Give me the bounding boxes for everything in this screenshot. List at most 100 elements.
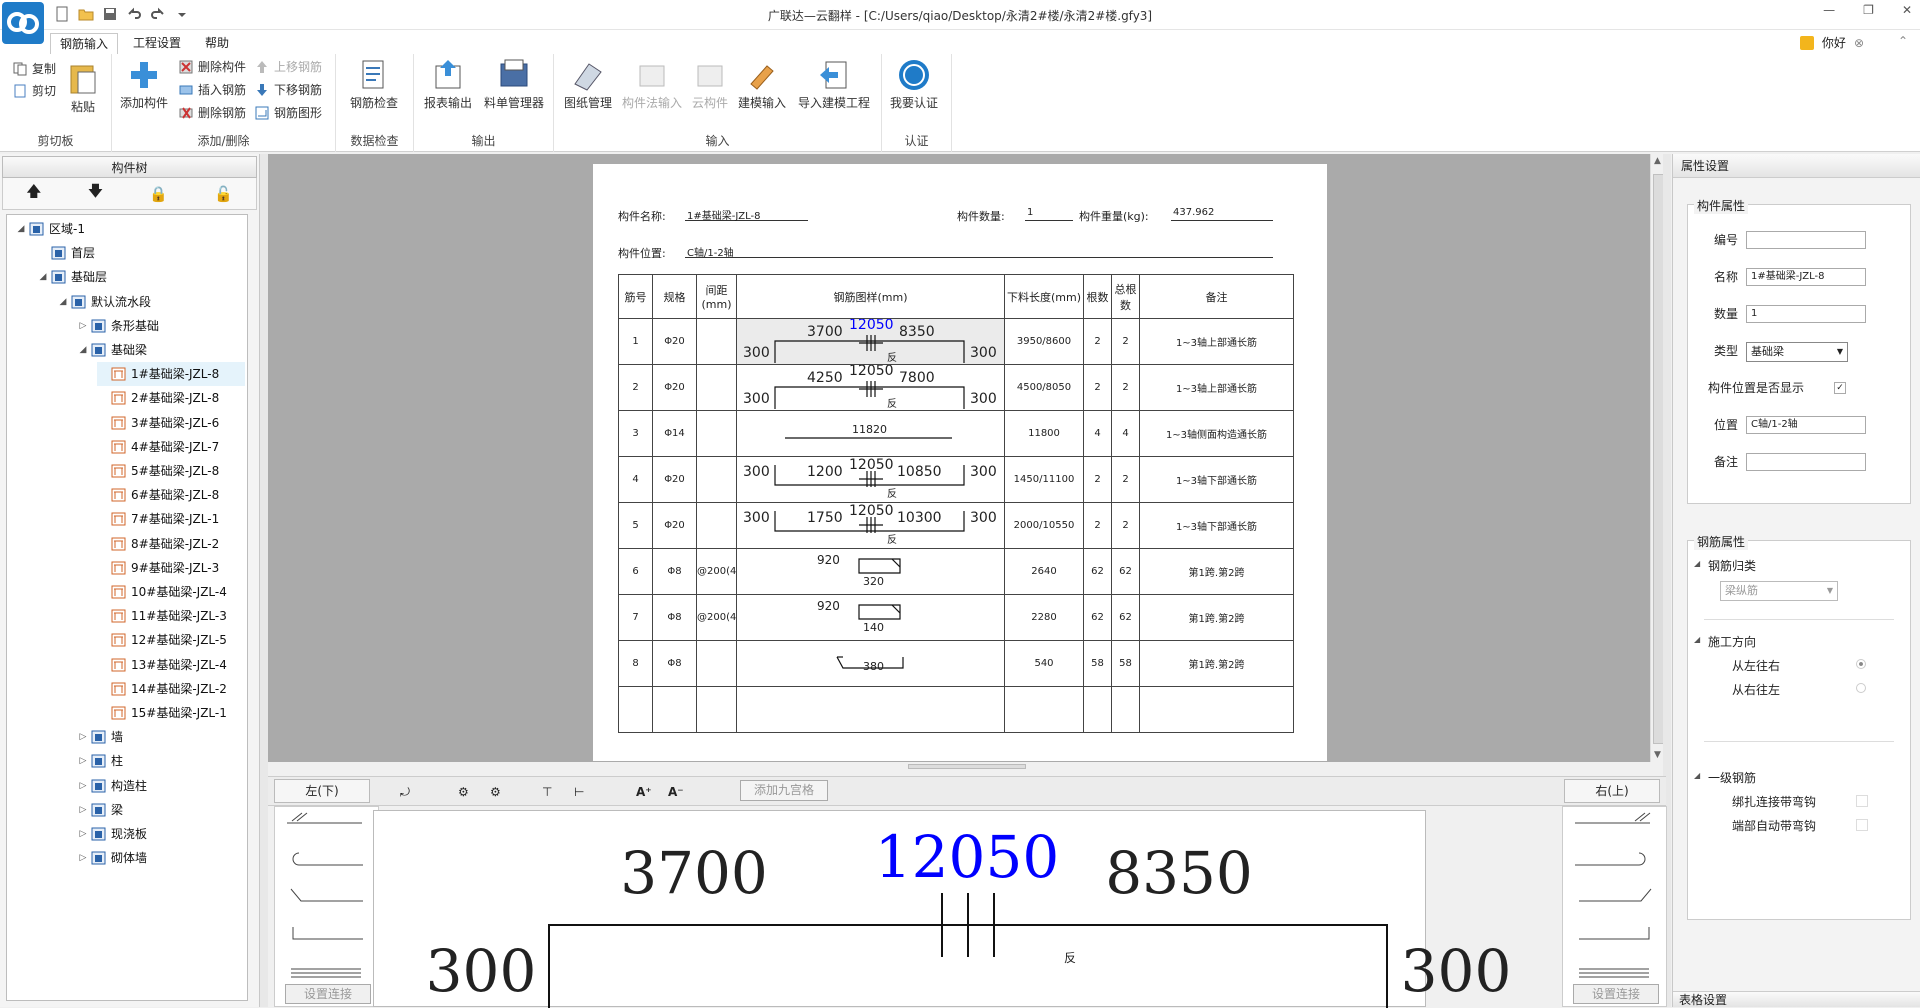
cell-remark[interactable]: 第1跨.第2跨 xyxy=(1139,548,1294,595)
cell-spacing[interactable] xyxy=(696,640,737,687)
tree-node[interactable]: 15#基础梁-JZL-1 xyxy=(97,701,245,725)
cell-bar-no[interactable]: 6 xyxy=(618,548,653,595)
cell-cut-length[interactable]: 1450/11100 xyxy=(1004,456,1084,503)
delete-component-button[interactable]: 删除构件 xyxy=(178,58,246,76)
cell-spec[interactable]: Φ8 xyxy=(652,640,697,687)
cell-spacing[interactable] xyxy=(696,456,737,503)
mirror-icon[interactable]: ⚙ xyxy=(490,782,501,802)
cell-total[interactable]: 4 xyxy=(1111,410,1140,457)
table-row[interactable]: 7 Φ8 @200(4) 920 140 2280 62 62 第1跨.第2跨 xyxy=(618,594,1294,641)
cell-remark[interactable]: 1~3轴上部通长筋 xyxy=(1139,364,1294,411)
user-greeting[interactable]: 你好 xyxy=(1822,34,1846,51)
cell-bar-no[interactable]: 1 xyxy=(618,318,653,365)
cell-cut-length[interactable]: 2280 xyxy=(1004,594,1084,641)
cell-total[interactable]: 2 xyxy=(1111,364,1140,411)
table-row[interactable]: 2 Φ20 4250 12050 7800 300 300 反 4500/8050 2 2 1~3轴上… xyxy=(618,364,1294,411)
scroll-up-icon[interactable]: ▲ xyxy=(1654,156,1661,166)
prop-code-input[interactable] xyxy=(1746,231,1866,249)
cell-remark[interactable]: 1~3轴侧面构造通长筋 xyxy=(1139,410,1294,457)
tree-node[interactable]: 2#基础梁-JZL-8 xyxy=(97,386,245,410)
cell-spacing[interactable] xyxy=(696,410,737,457)
tree-toggle-icon[interactable]: ◢ xyxy=(15,217,27,241)
cell-count[interactable]: 2 xyxy=(1083,502,1112,549)
tree-node[interactable]: 5#基础梁-JZL-8 xyxy=(97,459,245,483)
cell-total[interactable]: 58 xyxy=(1111,640,1140,687)
rebar-shape-drawing[interactable]: 3700 12050 8350 300 300 反 xyxy=(737,319,1004,364)
cell-remark[interactable]: 第1跨.第2跨 xyxy=(1139,640,1294,687)
cell-count[interactable]: 62 xyxy=(1083,548,1112,595)
rebar-shape-drawing[interactable]: 11820 xyxy=(738,412,1004,456)
prop-name-input[interactable]: 1#基础梁-JZL-8 xyxy=(1746,268,1866,286)
cell-empty[interactable] xyxy=(618,686,653,733)
tree-toggle-icon[interactable]: ◢ xyxy=(77,338,89,362)
tree-node[interactable]: 12#基础梁-JZL-5 xyxy=(97,628,245,652)
tree-toggle-icon[interactable]: ◢ xyxy=(57,290,69,314)
cell-bar-no[interactable]: 8 xyxy=(618,640,653,687)
cell-shape[interactable]: 920 140 xyxy=(736,594,1005,641)
tree-node[interactable]: 8#基础梁-JZL-2 xyxy=(97,532,245,556)
hook-style-r3[interactable] xyxy=(1575,887,1654,921)
move-up-button[interactable]: 上移钢筋 xyxy=(254,58,322,76)
report-output-button[interactable]: 报表输出 xyxy=(424,58,472,111)
tree-node[interactable]: 7#基础梁-JZL-1 xyxy=(97,507,245,531)
cell-empty[interactable] xyxy=(652,686,697,733)
ribbon-collapse-icon[interactable]: ⌃ xyxy=(1898,34,1908,48)
cell-shape[interactable]: 3700 12050 8350 300 300 反 xyxy=(736,318,1005,365)
rebar-shape-drawing[interactable]: 920 320 xyxy=(738,550,1004,594)
tab-help[interactable]: 帮助 xyxy=(196,33,238,54)
cell-spacing[interactable] xyxy=(696,364,737,411)
cell-empty[interactable] xyxy=(736,686,1005,733)
hook-style-3[interactable] xyxy=(287,887,366,921)
cell-total[interactable]: 62 xyxy=(1111,548,1140,595)
reset-icon[interactable]: ⤾ xyxy=(400,782,410,802)
hook-style-r2[interactable] xyxy=(1575,849,1654,883)
cell-total[interactable]: 2 xyxy=(1111,502,1140,549)
cell-shape[interactable]: 1750 12050 10300 300 300 反 xyxy=(736,502,1005,549)
cell-empty[interactable] xyxy=(696,686,737,733)
tree-toggle-icon[interactable]: ▷ xyxy=(77,314,89,338)
hook-bound-checkbox[interactable] xyxy=(1856,795,1868,807)
direction-left-to-right-radio[interactable] xyxy=(1856,659,1866,669)
tree-node[interactable]: ▷ 现浇板 xyxy=(77,822,245,846)
tree-toggle-icon[interactable]: ◢ xyxy=(37,265,49,289)
table-row[interactable]: 6 Φ8 @200(4) 920 320 2640 62 62 第1跨.第2跨 xyxy=(618,548,1294,595)
cell-spec[interactable]: Φ20 xyxy=(652,456,697,503)
cell-total[interactable]: 62 xyxy=(1111,594,1140,641)
prop-position-input[interactable]: C轴/1-2轴 xyxy=(1746,416,1866,434)
cell-empty[interactable] xyxy=(1004,686,1084,733)
cell-count[interactable]: 2 xyxy=(1083,456,1112,503)
cell-spec[interactable]: Φ20 xyxy=(652,364,697,411)
tree-node[interactable]: 4#基础梁-JZL-7 xyxy=(97,435,245,459)
cell-total[interactable]: 2 xyxy=(1111,456,1140,503)
hook-end-auto-checkbox[interactable] xyxy=(1856,819,1868,831)
order-manager-button[interactable]: 料单管理器 xyxy=(484,58,544,111)
rebar-class-collapse-icon[interactable]: ◢ xyxy=(1694,559,1700,568)
cell-spec[interactable]: Φ20 xyxy=(652,318,697,365)
cut-button[interactable]: 剪切 xyxy=(12,82,56,100)
cell-shape[interactable]: 11820 xyxy=(736,410,1005,457)
add-nine-grid-button[interactable]: 添加九宫格 xyxy=(740,780,828,801)
cell-shape[interactable]: 920 320 xyxy=(736,548,1005,595)
cloud-component-button[interactable]: 云构件 xyxy=(692,58,728,111)
model-input-button[interactable]: 建模输入 xyxy=(738,58,786,111)
cell-bar-no[interactable]: 3 xyxy=(618,410,653,457)
cell-total[interactable]: 2 xyxy=(1111,318,1140,365)
hook-style-r1[interactable] xyxy=(1575,811,1654,845)
cell-cut-length[interactable]: 2640 xyxy=(1004,548,1084,595)
tab-rebar-input[interactable]: 钢筋输入 xyxy=(50,33,119,54)
set-connection-right-button[interactable]: 设置连接 xyxy=(1573,984,1659,1004)
cell-spec[interactable]: Φ8 xyxy=(652,548,697,595)
cell-shape[interactable]: 380 xyxy=(736,640,1005,687)
tree-node[interactable]: 13#基础梁-JZL-4 xyxy=(97,653,245,677)
prop-type-select[interactable]: 基础梁 ▼ xyxy=(1746,342,1848,362)
unlock-icon[interactable]: 🔓 xyxy=(214,185,233,203)
restore-icon[interactable]: ❐ xyxy=(1863,3,1874,17)
paste-button[interactable]: 粘贴 xyxy=(66,62,100,115)
left-splitter[interactable] xyxy=(260,154,268,1007)
close-icon[interactable]: ✕ xyxy=(1902,3,1912,17)
cell-remark[interactable]: 1~3轴上部通长筋 xyxy=(1139,318,1294,365)
cell-bar-no[interactable]: 4 xyxy=(618,456,653,503)
prop-qty-input[interactable]: 1 xyxy=(1746,305,1866,323)
tree-node[interactable]: ▷ 柱 xyxy=(77,749,245,773)
rebar-check-button[interactable]: 钢筋检查 xyxy=(350,58,398,111)
